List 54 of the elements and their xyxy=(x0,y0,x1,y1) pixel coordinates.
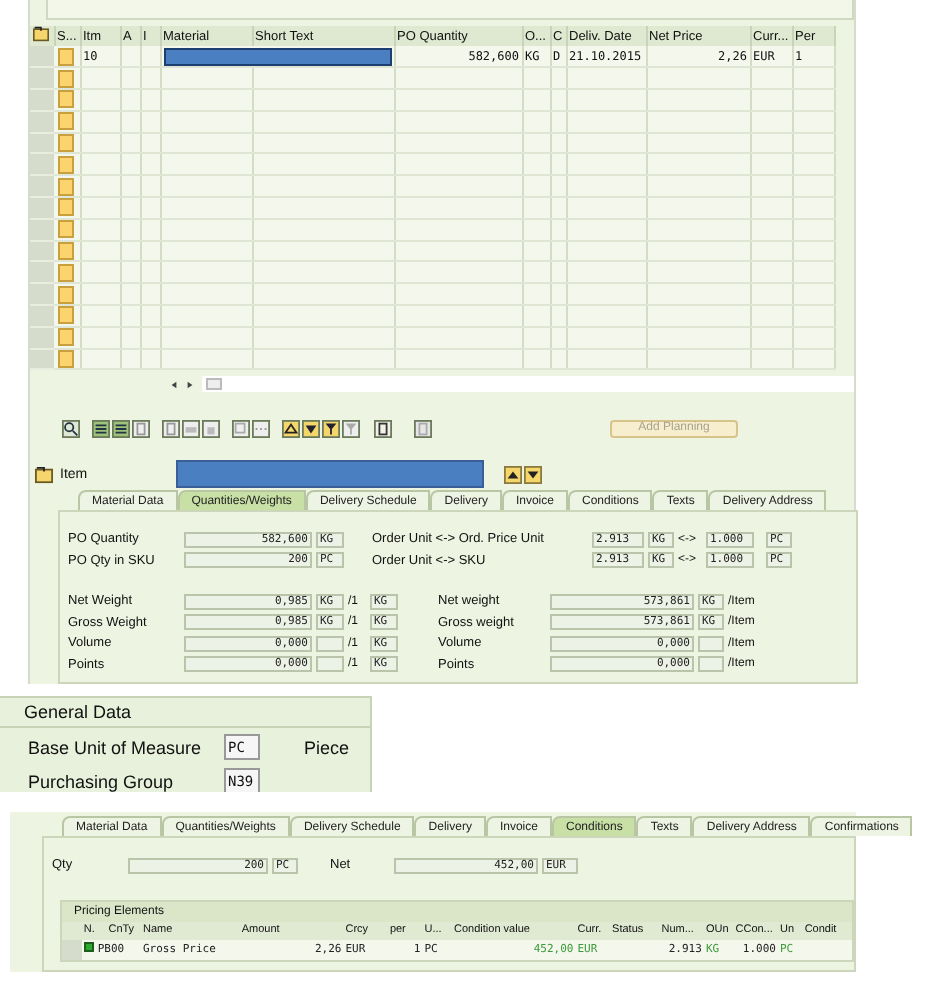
status-square[interactable] xyxy=(58,350,75,369)
unit-field[interactable] xyxy=(698,656,724,673)
folder-icon xyxy=(32,26,50,42)
copy-icon xyxy=(232,419,250,438)
document-icon xyxy=(374,419,392,438)
down-triangle-icon xyxy=(524,465,542,484)
page-icon xyxy=(414,419,432,438)
status-square[interactable] xyxy=(58,90,75,109)
filter-icon xyxy=(342,419,360,438)
status-square[interactable] xyxy=(58,263,75,282)
filter-icon xyxy=(322,419,340,438)
status-square[interactable] xyxy=(58,69,75,88)
scroll-left-icon xyxy=(170,379,178,390)
status-square[interactable] xyxy=(58,47,75,66)
grid-icon xyxy=(112,419,130,438)
up-triangle-icon xyxy=(282,419,300,438)
previous-item-button[interactable] xyxy=(504,465,522,484)
lock-icon xyxy=(202,419,220,438)
folder-icon xyxy=(34,465,54,484)
scroll-right-icon xyxy=(186,379,194,390)
grid-icon xyxy=(92,419,110,438)
status-square[interactable] xyxy=(58,328,75,347)
printer-icon xyxy=(182,419,200,438)
status-icon xyxy=(83,942,94,953)
field-label: Purchasing Group xyxy=(28,771,176,792)
toolbar-button[interactable] xyxy=(374,419,392,438)
toolbar-button[interactable] xyxy=(92,419,110,438)
next-item-button[interactable] xyxy=(524,465,542,484)
dots-icon xyxy=(252,419,270,438)
unit-field[interactable] xyxy=(316,635,344,652)
column-settings-cell[interactable] xyxy=(30,26,54,46)
section-title: General Data xyxy=(24,702,132,723)
field-label: Base Unit of Measure xyxy=(28,737,204,758)
status-square[interactable] xyxy=(58,242,75,261)
toolbar-button[interactable] xyxy=(302,419,320,438)
unit-description: Piece xyxy=(304,737,350,758)
status-square[interactable] xyxy=(58,112,75,131)
status-square[interactable] xyxy=(58,198,75,217)
scrollbar-thumb[interactable] xyxy=(206,378,222,391)
toolbar-button[interactable] xyxy=(322,419,340,438)
status-square[interactable] xyxy=(58,220,75,239)
status-square[interactable] xyxy=(58,155,75,174)
status-square[interactable] xyxy=(58,306,75,325)
status-square[interactable] xyxy=(58,134,75,153)
status-square[interactable] xyxy=(58,177,75,196)
toolbar-button[interactable] xyxy=(282,419,300,438)
down-triangle-icon xyxy=(302,419,320,438)
up-triangle-icon xyxy=(504,465,522,484)
magnifier-icon xyxy=(62,419,80,438)
toolbar-button[interactable] xyxy=(112,419,130,438)
status-square[interactable] xyxy=(58,285,75,304)
unit-field[interactable] xyxy=(316,656,344,673)
unit-field[interactable] xyxy=(698,635,724,652)
toolbar-button[interactable] xyxy=(62,419,80,438)
